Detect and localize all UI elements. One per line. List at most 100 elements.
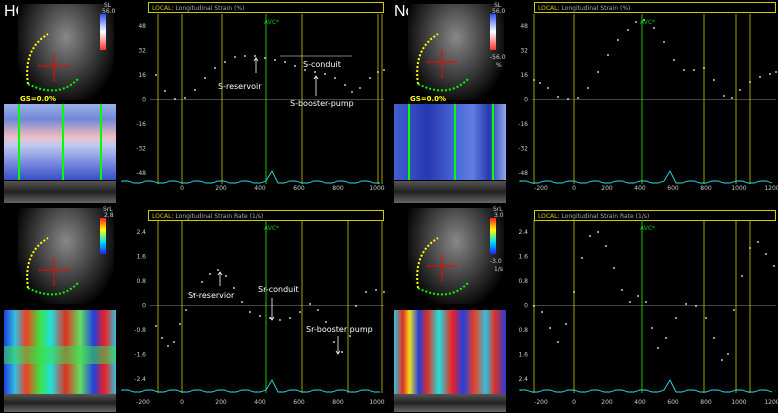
- strain-rate-plot: LOCAL: Longitudinal Strain Rate (1/s) 2.…: [120, 206, 386, 413]
- curve-point: [643, 19, 645, 21]
- curve-point: [723, 95, 725, 97]
- curve-point: [249, 311, 251, 313]
- panel-normal-strain: Normal SL 56.0 -56.0 % GS=0.0% LOCAL: Lo…: [390, 0, 778, 204]
- y-tick-label: -2.4: [134, 376, 146, 383]
- curve-point: [359, 87, 361, 89]
- scale-sub: %: [496, 62, 502, 69]
- curve-point: [645, 301, 647, 303]
- y-tick-label: 0: [524, 303, 528, 310]
- x-tick-label: 800: [700, 185, 712, 192]
- color-scale: [490, 218, 496, 254]
- curve-point: [749, 81, 751, 83]
- x-tick-label: 800: [700, 399, 712, 406]
- x-tick-label: 0: [572, 185, 576, 192]
- ecg-trace: [519, 170, 773, 184]
- strain-plot: LOCAL: Longitudinal Strain (%) 48 32 16 0 -1…: [518, 0, 778, 204]
- x-tick-label: 800: [332, 185, 344, 192]
- y-tick-label: 48: [138, 23, 146, 30]
- x-tick-label: 1000: [369, 185, 384, 192]
- curve-point: [637, 295, 639, 297]
- curve-point: [241, 301, 243, 303]
- curve-point: [344, 84, 346, 86]
- parametric-map: [394, 310, 506, 394]
- x-tick-label: 600: [293, 399, 305, 406]
- y-tick-label: 0: [142, 97, 146, 104]
- y-tick-label: -32: [518, 146, 528, 153]
- curve-point: [577, 97, 579, 99]
- curve-point: [621, 289, 623, 291]
- curve-point: [713, 337, 715, 339]
- curve-point: [721, 359, 723, 361]
- curve-point: [733, 309, 735, 311]
- curve-point: [383, 69, 385, 71]
- curve-point: [617, 39, 619, 41]
- curve-point: [173, 341, 175, 343]
- y-tick-label: 0: [142, 303, 146, 310]
- curve-point: [533, 79, 535, 81]
- gs-value: GS=0.0%: [20, 95, 57, 103]
- curve-point: [365, 291, 367, 293]
- y-tick-label: -48: [518, 170, 528, 177]
- curve-point: [284, 61, 286, 63]
- m-mode-trace: [4, 181, 116, 203]
- curve-point: [573, 291, 575, 293]
- y-tick-label: 0.8: [518, 278, 528, 285]
- curve-point: [185, 309, 187, 311]
- curve-point: [167, 345, 169, 347]
- curve-point: [657, 347, 659, 349]
- gs-value: GS=0.0%: [410, 95, 447, 103]
- x-tick-label: 600: [293, 185, 305, 192]
- x-tick-label: 1000: [731, 185, 746, 192]
- avc-label: AVC*: [640, 19, 655, 26]
- curve-point: [675, 317, 677, 319]
- scale-sub: 1/s: [494, 266, 503, 273]
- y-tick-label: 32: [138, 48, 146, 55]
- curve-point: [703, 67, 705, 69]
- curve-point: [333, 341, 335, 343]
- y-tick-label: -1.6: [134, 352, 146, 359]
- curve-point: [557, 341, 559, 343]
- curve-point: [377, 71, 379, 73]
- curve-point: [549, 327, 551, 329]
- curve-point: [289, 317, 291, 319]
- curve-point: [214, 67, 216, 69]
- curve-point: [179, 323, 181, 325]
- strain-plot: LOCAL: Longitudinal Strain (%) 48 32 16 0 -1…: [120, 0, 386, 204]
- curve-point: [775, 71, 777, 73]
- curve-point: [605, 245, 607, 247]
- curve-point: [259, 315, 261, 317]
- curve-point: [673, 59, 675, 61]
- curve-point: [541, 311, 543, 313]
- strain-rate-plot: LOCAL: Longitudinal Strain Rate (1/s) 2.…: [518, 206, 778, 413]
- x-tick-label: 400: [634, 185, 646, 192]
- y-tick-label: -0.8: [518, 327, 528, 334]
- panel-normal-strain-rate: SrL 3.0 -3.0 1/s LOCAL: Longitudinal Str…: [390, 206, 778, 413]
- curve-point: [741, 275, 743, 277]
- y-tick-label: 1.6: [136, 254, 146, 261]
- x-tick-label: 1200: [764, 399, 778, 406]
- curve-point: [731, 97, 733, 99]
- curve-point: [693, 69, 695, 71]
- chart-area: 48 32 16 0 -16 -32 -48 AVC* -200 0 200 400 600 800 100…: [518, 14, 778, 192]
- curve-point: [209, 273, 211, 275]
- curve-point: [587, 87, 589, 89]
- y-tick-label: -1.6: [518, 352, 528, 359]
- curve-point: [769, 73, 771, 75]
- curve-point: [651, 327, 653, 329]
- x-tick-label: 200: [215, 399, 227, 406]
- curve-point: [279, 319, 281, 321]
- curve-point: [184, 97, 186, 99]
- x-tick-label: 600: [667, 399, 679, 406]
- y-tick-label: -2.4: [518, 376, 528, 383]
- m-mode-trace: [394, 181, 506, 203]
- curve-point: [309, 303, 311, 305]
- x-tick-label: 200: [215, 185, 227, 192]
- curve-point: [533, 305, 535, 307]
- scale-max: 56.0: [102, 8, 116, 15]
- x-tick-label: 1000: [731, 399, 746, 406]
- ecg-trace: [121, 170, 380, 184]
- curve-point: [244, 55, 246, 57]
- x-tick-label: -200: [534, 185, 548, 192]
- y-tick-label: -48: [136, 170, 146, 177]
- y-tick-label: 0: [524, 97, 528, 104]
